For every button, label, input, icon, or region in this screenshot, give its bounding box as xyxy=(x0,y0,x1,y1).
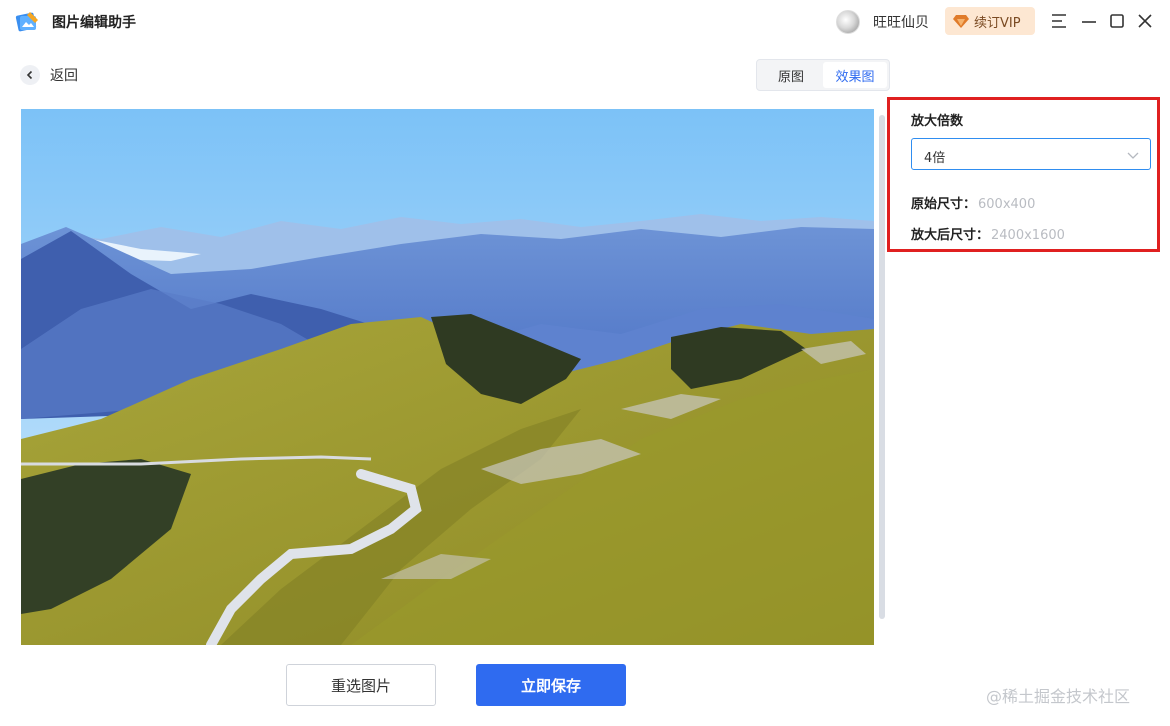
vip-label: 续订VIP xyxy=(974,15,1021,31)
preview-image xyxy=(21,109,874,645)
username[interactable]: 旺旺仙贝 xyxy=(873,12,929,32)
maximize-icon[interactable] xyxy=(1106,10,1128,32)
reselect-image-button[interactable]: 重选图片 xyxy=(286,664,436,706)
original-size-row: 原始尺寸： 600x400 xyxy=(911,193,1035,212)
title-bar: 图片编辑助手 旺旺仙贝 续订VIP xyxy=(0,0,1170,44)
minimize-icon[interactable] xyxy=(1078,10,1100,32)
diamond-icon xyxy=(953,15,969,28)
tab-original[interactable]: 原图 xyxy=(759,62,823,88)
back-button[interactable]: 返回 xyxy=(20,63,78,87)
original-size-label: 原始尺寸： xyxy=(911,197,977,212)
scale-select[interactable]: 4倍 xyxy=(911,138,1151,170)
chevron-down-icon xyxy=(1127,152,1139,159)
enlarged-size-label: 放大后尺寸： xyxy=(911,228,990,243)
image-editor-logo-icon xyxy=(15,12,38,32)
scale-settings-panel: 放大倍数 4倍 原始尺寸： 600x400 放大后尺寸： 2400x1600 xyxy=(887,97,1160,252)
enlarged-size-value: 2400x1600 xyxy=(991,228,1065,243)
avatar[interactable] xyxy=(836,10,860,34)
chevron-left-icon xyxy=(20,65,40,85)
renew-vip-button[interactable]: 续订VIP xyxy=(945,7,1035,35)
enlarged-size-row: 放大后尺寸： 2400x1600 xyxy=(911,224,1065,243)
watermark: @稀土掘金技术社区 xyxy=(986,687,1131,706)
save-now-button[interactable]: 立即保存 xyxy=(476,664,626,706)
scale-value: 4倍 xyxy=(924,151,946,166)
scale-title: 放大倍数 xyxy=(911,114,964,129)
scrollbar[interactable] xyxy=(879,115,885,619)
tab-result[interactable]: 效果图 xyxy=(823,62,887,88)
original-size-value: 600x400 xyxy=(978,197,1036,212)
close-icon[interactable] xyxy=(1134,10,1156,32)
back-label: 返回 xyxy=(50,68,78,84)
app-title: 图片编辑助手 xyxy=(52,15,136,31)
view-toggle: 原图 效果图 xyxy=(756,59,890,91)
menu-icon[interactable] xyxy=(1048,10,1070,32)
